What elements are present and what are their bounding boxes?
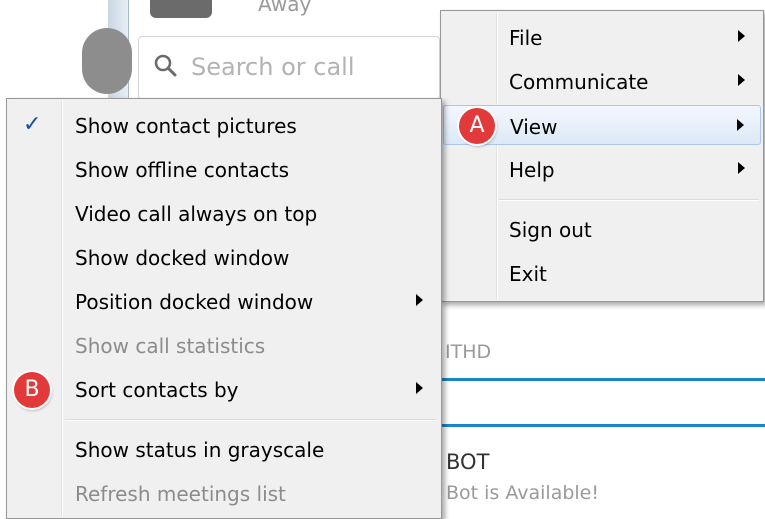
submenu-arrow-icon xyxy=(416,294,423,306)
divider-line xyxy=(440,424,765,427)
annotation-badge-b: B xyxy=(14,372,50,408)
contact-status: Bot is Available! xyxy=(446,482,599,504)
menu-separator xyxy=(65,419,437,421)
menu-item-label: Show docked window xyxy=(75,246,290,270)
menu-item-label: Video call always on top xyxy=(75,202,318,226)
menu-item-show-call-statistics: Show call statistics xyxy=(9,325,439,365)
search-icon xyxy=(154,54,177,77)
menu-item-label: Show status in grayscale xyxy=(75,438,325,462)
partial-group-label: ITHD xyxy=(445,341,492,363)
menu-item-show-docked-window[interactable]: Show docked window xyxy=(9,237,439,277)
menu-item-position-docked-window[interactable]: Position docked window xyxy=(9,281,439,321)
menu-item-communicate[interactable]: Communicate xyxy=(443,61,761,101)
menu-item-sign-out[interactable]: Sign out xyxy=(443,209,761,249)
menu-item-exit[interactable]: Exit xyxy=(443,253,761,293)
search-input[interactable]: Search or call xyxy=(138,36,440,100)
submenu-arrow-icon xyxy=(737,119,744,131)
check-icon: ✓ xyxy=(23,112,42,137)
divider-line xyxy=(440,378,765,381)
menu-item-sort-contacts-by[interactable]: Sort contacts by xyxy=(9,369,439,409)
submenu-arrow-icon xyxy=(738,162,745,174)
menu-item-refresh-meetings-list: Refresh meetings list xyxy=(9,473,439,513)
menu-item-label: Sign out xyxy=(509,218,592,242)
annotation-badge-a: A xyxy=(459,108,495,144)
menu-item-show-contact-pictures[interactable]: ✓ Show contact pictures xyxy=(9,105,439,145)
contact-name[interactable]: BOT xyxy=(446,450,489,474)
menu-item-label: Sort contacts by xyxy=(75,378,239,402)
menu-separator xyxy=(499,199,759,201)
menu-item-label: File xyxy=(509,26,543,50)
menu-item-label: Show offline contacts xyxy=(75,158,290,182)
menu-item-label: View xyxy=(510,115,558,139)
contact-picture xyxy=(150,0,212,18)
status-text: Away xyxy=(258,0,312,16)
submenu-arrow-icon xyxy=(416,382,423,394)
menu-item-label: Help xyxy=(509,158,555,182)
submenu-arrow-icon xyxy=(738,74,745,86)
menu-item-label: Show call statistics xyxy=(75,334,266,358)
menu-item-show-offline-contacts[interactable]: Show offline contacts xyxy=(9,149,439,189)
menu-item-label: Communicate xyxy=(509,70,649,94)
main-menu: File Communicate View Help Sign out Exit xyxy=(440,10,764,302)
view-submenu: ✓ Show contact pictures Show offline con… xyxy=(6,98,442,519)
menu-item-file[interactable]: File xyxy=(443,17,761,57)
menu-item-label: Position docked window xyxy=(75,290,314,314)
menu-item-show-status-in-grayscale[interactable]: Show status in grayscale xyxy=(9,429,439,469)
menu-item-help[interactable]: Help xyxy=(443,149,761,189)
submenu-arrow-icon xyxy=(738,30,745,42)
menu-item-label: Show contact pictures xyxy=(75,114,297,138)
search-placeholder: Search or call xyxy=(191,53,355,81)
menu-item-video-call-always-on-top[interactable]: Video call always on top xyxy=(9,193,439,233)
avatar xyxy=(82,28,132,94)
menu-item-label: Refresh meetings list xyxy=(75,482,286,506)
menu-item-label: Exit xyxy=(509,262,547,286)
